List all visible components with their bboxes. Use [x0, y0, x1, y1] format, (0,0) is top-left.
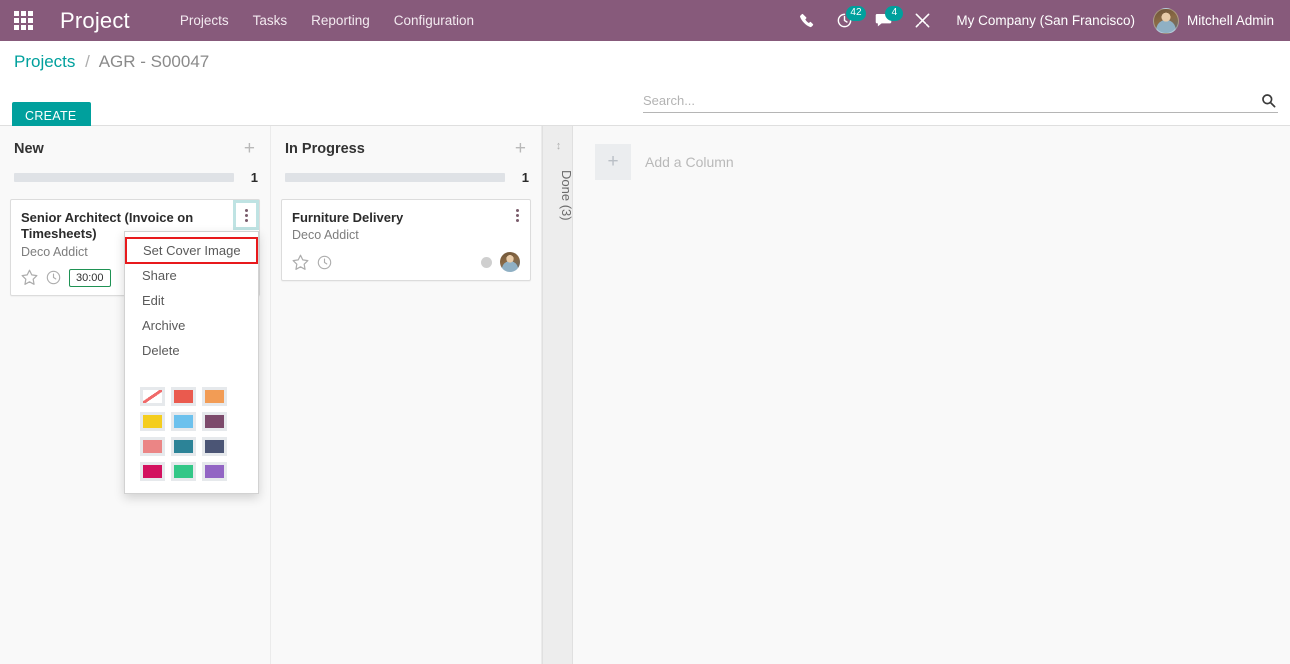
- menu-item-reporting[interactable]: Reporting: [299, 0, 382, 41]
- star-outline-icon[interactable]: [21, 269, 38, 286]
- menu-share[interactable]: Share: [125, 263, 258, 288]
- column-progress: 1: [281, 170, 531, 185]
- expand-arrows-icon: ↕: [555, 140, 562, 152]
- menu-set-cover-image[interactable]: Set Cover Image: [125, 237, 258, 264]
- column-count: 1: [250, 170, 258, 185]
- breadcrumb-projects-link[interactable]: Projects: [14, 52, 75, 71]
- tools-icon[interactable]: [903, 0, 942, 41]
- navbar-right-group: 42 4 My Company (San Francisco) Mitchell…: [788, 0, 1282, 41]
- add-column-label[interactable]: Add a Column: [645, 144, 734, 180]
- card-customer: Deco Addict: [292, 228, 359, 243]
- kanban-state-dot[interactable]: [481, 256, 492, 268]
- messages-count-badge: 4: [885, 6, 904, 21]
- menu-archive[interactable]: Archive: [125, 313, 258, 338]
- column-cards: Furniture Delivery Deco Addict: [281, 199, 531, 282]
- top-navbar: Project Projects Tasks Reporting Configu…: [0, 0, 1290, 41]
- progress-bar[interactable]: [14, 173, 234, 182]
- menu-item-configuration[interactable]: Configuration: [382, 0, 486, 41]
- color-swatch-orange[interactable]: [202, 387, 227, 406]
- clock-icon[interactable]: [317, 255, 332, 270]
- color-swatch-magenta[interactable]: [140, 462, 165, 481]
- card-time-badge: 30:00: [69, 268, 111, 287]
- clock-icon[interactable]: [46, 270, 61, 285]
- card-kebab-menu-button[interactable]: [507, 203, 527, 227]
- apps-grid-icon[interactable]: [0, 0, 46, 41]
- kanban-card[interactable]: Furniture Delivery Deco Addict: [281, 199, 531, 282]
- color-palette: [125, 373, 258, 485]
- column-count: 1: [521, 170, 529, 185]
- column-header: In Progress +: [281, 126, 531, 158]
- card-title: Furniture Delivery: [292, 210, 404, 225]
- column-header: New +: [10, 126, 260, 158]
- activity-count-badge: 42: [846, 6, 866, 21]
- column-title: New: [14, 140, 44, 157]
- card-kebab-menu-button[interactable]: [233, 200, 259, 230]
- color-swatch-no-color[interactable]: [140, 387, 165, 406]
- color-swatch-yellow[interactable]: [140, 412, 165, 431]
- menu-item-tasks[interactable]: Tasks: [241, 0, 300, 41]
- user-name-label: Mitchell Admin: [1186, 13, 1274, 28]
- app-brand-title[interactable]: Project: [60, 8, 130, 34]
- color-swatch-teal[interactable]: [171, 437, 196, 456]
- add-column-area: + Add a Column: [573, 126, 1290, 664]
- kanban-column-done-collapsed[interactable]: ↕ Done (3): [542, 126, 574, 664]
- color-swatch-purple[interactable]: [202, 462, 227, 481]
- search-bar[interactable]: [643, 93, 1278, 113]
- phone-icon[interactable]: [788, 0, 825, 41]
- card-footer: [292, 252, 520, 273]
- column-title: In Progress: [285, 140, 365, 157]
- color-swatch-salmon[interactable]: [140, 437, 165, 456]
- menu-item-projects[interactable]: Projects: [168, 0, 241, 41]
- control-panel: Projects / AGR - S00047 CREATE Filters G…: [0, 41, 1290, 159]
- breadcrumb-current: AGR - S00047: [98, 52, 210, 71]
- add-column-plus-icon[interactable]: +: [595, 144, 631, 180]
- column-add-card-button[interactable]: +: [512, 139, 529, 158]
- folded-column-label: Done (3): [559, 170, 574, 221]
- menu-delete[interactable]: Delete: [125, 338, 258, 363]
- assignee-avatar[interactable]: [500, 252, 520, 273]
- breadcrumb-separator: /: [85, 52, 90, 71]
- color-swatch-plum[interactable]: [202, 412, 227, 431]
- color-swatch-green[interactable]: [171, 462, 196, 481]
- activity-clock-icon[interactable]: 42: [825, 0, 866, 41]
- progress-bar[interactable]: [285, 173, 505, 182]
- breadcrumb: Projects / AGR - S00047: [14, 52, 209, 72]
- card-context-menu: Set Cover Image Share Edit Archive Delet…: [124, 231, 259, 494]
- company-selector[interactable]: My Company (San Francisco): [942, 13, 1149, 28]
- user-menu[interactable]: Mitchell Admin: [1149, 7, 1282, 34]
- star-outline-icon[interactable]: [292, 254, 309, 271]
- kanban-column-in-progress: In Progress + 1 Furniture Delivery Deco …: [271, 126, 542, 664]
- color-swatch-red[interactable]: [171, 387, 196, 406]
- search-icon[interactable]: [1259, 93, 1278, 108]
- color-swatch-light-blue[interactable]: [171, 412, 196, 431]
- main-menu: Projects Tasks Reporting Configuration: [168, 0, 486, 41]
- color-swatch-navy[interactable]: [202, 437, 227, 456]
- chat-bubble-icon[interactable]: 4: [864, 0, 904, 41]
- avatar: [1152, 7, 1179, 34]
- menu-edit[interactable]: Edit: [125, 288, 258, 313]
- column-add-card-button[interactable]: +: [241, 139, 258, 158]
- column-progress: 1: [10, 170, 260, 185]
- search-input[interactable]: [643, 93, 1259, 108]
